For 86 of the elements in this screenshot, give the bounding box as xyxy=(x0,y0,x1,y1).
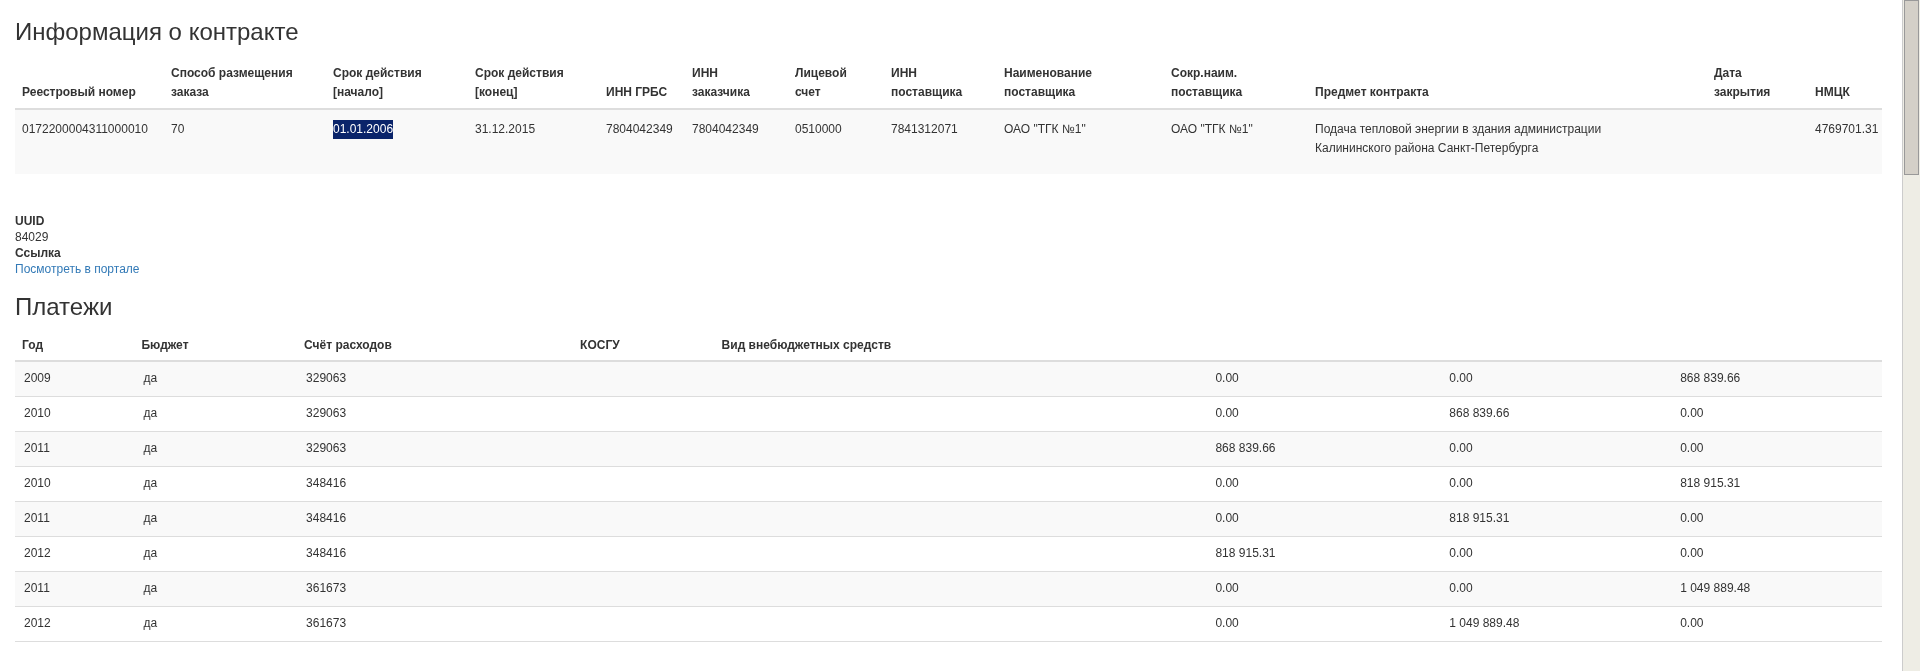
table-cell: Подача тепловой энергии в здания администрации Калининского района Санкт-Петербурга xyxy=(1308,109,1707,174)
table-cell: да xyxy=(143,406,158,420)
table-cell: да xyxy=(143,546,158,560)
column-header: Бюджет xyxy=(141,338,189,352)
table-cell: 7804042349 xyxy=(599,109,685,174)
scrollbar-thumb[interactable] xyxy=(1904,0,1919,175)
table-cell: 2011 xyxy=(24,441,50,455)
column-header: Сокр.наим. поставщика xyxy=(1164,58,1308,109)
table-cell: 0.00 xyxy=(1215,511,1239,525)
column-header: Срок действия [конец] xyxy=(468,58,599,109)
table-cell: 1 049 889.48 xyxy=(1680,581,1751,595)
table-cell: 0.00 xyxy=(1680,616,1704,630)
table-cell: 2012 xyxy=(24,616,51,630)
table-cell: ОАО "ТГК №1" xyxy=(997,109,1164,174)
column-header: ИНН поставщика xyxy=(884,58,997,109)
table-cell: да xyxy=(143,511,158,525)
table-cell: 2011 xyxy=(24,511,50,525)
table-cell: 2011 xyxy=(24,581,50,595)
table-cell: 2010 xyxy=(24,406,51,420)
table-cell: 0.00 xyxy=(1449,441,1473,455)
column-header: Срок действия [начало] xyxy=(326,58,468,109)
field-label: UUID xyxy=(15,213,45,229)
table-cell: 818 915.31 xyxy=(1449,511,1510,525)
table-cell: 0.00 xyxy=(1215,581,1239,595)
column-header: НМЦК xyxy=(1808,58,1882,109)
table-cell: 0.00 xyxy=(1680,441,1704,455)
table-cell: 2010 xyxy=(24,476,51,490)
column-header: Предмет контракта xyxy=(1308,58,1707,109)
column-header: Наименование поставщика xyxy=(997,58,1164,109)
field-value: 84029 xyxy=(15,229,49,245)
table-cell: 868 839.66 xyxy=(1449,406,1510,420)
table-cell: 0510000 xyxy=(788,109,884,174)
table-cell: 2012 xyxy=(24,546,51,560)
column-header: Дата закрытия xyxy=(1707,58,1808,109)
table-cell: 70 xyxy=(164,109,326,174)
table-cell: 348416 xyxy=(306,511,347,525)
table-cell: 0172200004311000010 xyxy=(15,109,164,174)
table-cell: 01.01.2006 xyxy=(326,109,468,174)
table-cell: 0.00 xyxy=(1215,371,1239,386)
table-cell: 329063 xyxy=(306,406,347,420)
column-header: КОСГУ xyxy=(580,338,620,352)
column-header: ИНН заказчика xyxy=(685,58,788,109)
table-cell: 818 915.31 xyxy=(1680,476,1741,490)
table-cell: 0.00 xyxy=(1680,546,1704,560)
table-cell: 868 839.66 xyxy=(1680,371,1741,386)
section-title: Информация о контракте xyxy=(15,18,299,46)
table-cell: 361673 xyxy=(306,616,347,630)
table-cell: ОАО "ТГК №1" xyxy=(1164,109,1308,174)
table-cell: да xyxy=(143,476,158,490)
table-cell: да xyxy=(143,441,158,455)
table-cell: 348416 xyxy=(306,546,347,560)
table-cell: 1 049 889.48 xyxy=(1449,616,1520,630)
column-header: Способ размещения заказа xyxy=(164,58,326,109)
portal-link[interactable]: Посмотреть в портале xyxy=(15,261,140,277)
table-cell: да xyxy=(143,371,158,386)
column-header: Лицевой счет xyxy=(788,58,884,109)
field-label: Ссылка xyxy=(15,245,61,261)
table-cell: 0.00 xyxy=(1215,616,1239,630)
section-title: Платежи xyxy=(15,293,113,321)
scrollbar[interactable] xyxy=(1902,0,1920,671)
column-header: Счёт расходов xyxy=(304,338,392,352)
table-cell: 7804042349 xyxy=(685,109,788,174)
table-cell: 0.00 xyxy=(1215,406,1239,420)
table-cell: 329063 xyxy=(306,441,347,455)
table-cell: да xyxy=(143,616,158,630)
table-cell: 4769701.31 xyxy=(1808,109,1882,174)
table-cell: 348416 xyxy=(306,476,347,490)
table-cell: 0.00 xyxy=(1680,406,1704,420)
table-cell: 868 839.66 xyxy=(1215,441,1276,455)
column-header: ИНН ГРБС xyxy=(599,58,685,109)
column-header: Вид внебюджетных средств xyxy=(721,338,892,352)
table-cell: 0.00 xyxy=(1449,581,1473,595)
table-cell: 0.00 xyxy=(1215,476,1239,490)
table-cell: 818 915.31 xyxy=(1215,546,1276,560)
table-cell: 0.00 xyxy=(1449,476,1473,490)
column-header: Год xyxy=(22,338,43,352)
table-cell: 0.00 xyxy=(1449,546,1473,560)
table-cell: 329063 xyxy=(306,371,347,386)
table-cell: 2009 xyxy=(24,371,51,386)
column-header: Реестровый номер xyxy=(15,58,164,109)
table-cell: 31.12.2015 xyxy=(468,109,599,174)
table-cell: да xyxy=(143,581,158,595)
table-cell: 361673 xyxy=(306,581,347,595)
table-cell: 0.00 xyxy=(1680,511,1704,525)
table-cell: 7841312071 xyxy=(884,109,997,174)
table-cell: 0.00 xyxy=(1449,371,1473,386)
